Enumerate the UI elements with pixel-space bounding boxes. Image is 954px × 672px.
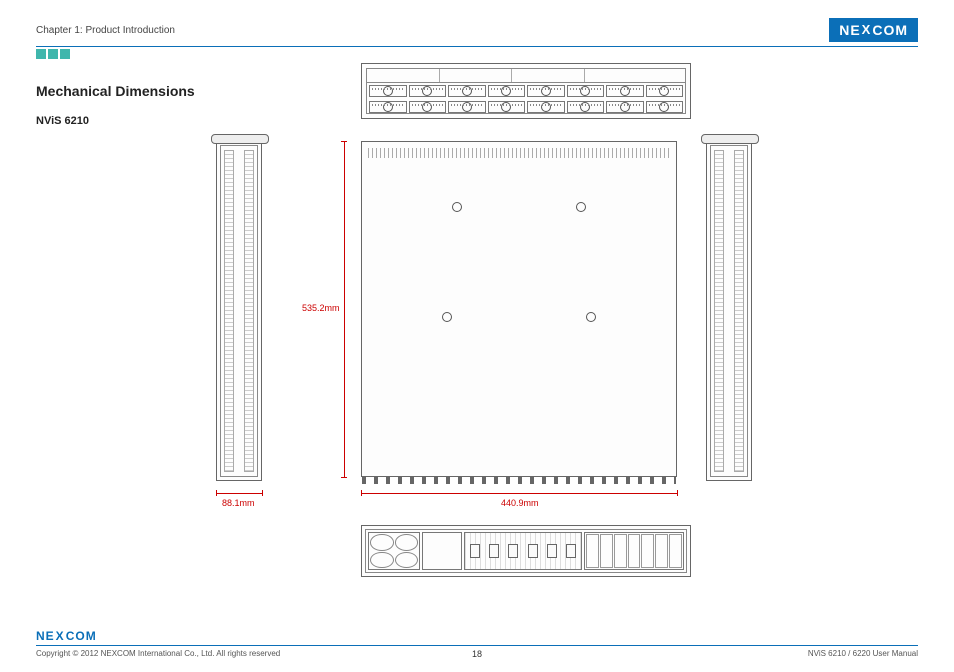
page-footer: NEXCOM Copyright © 2012 NEXCOM Internati…	[36, 629, 918, 658]
front-view-drawing	[361, 63, 691, 119]
page-header: Chapter 1: Product Introduction NEXCOM	[36, 18, 918, 42]
footer-logo: NEXCOM	[36, 629, 918, 643]
dim-label-depth: 535.2mm	[302, 303, 340, 313]
logo-text-left: NE	[839, 22, 860, 38]
content-area: Mechanical Dimensions NViS 6210	[36, 83, 918, 127]
dim-label-side-width: 88.1mm	[222, 498, 255, 508]
logo-text-x: X	[56, 629, 65, 643]
logo-text-x: X	[862, 22, 872, 37]
dim-tick	[361, 490, 362, 496]
left-side-view-drawing	[216, 141, 262, 481]
right-side-view-drawing	[706, 141, 752, 481]
dim-tick	[216, 490, 217, 496]
chapter-title: Chapter 1: Product Introduction	[36, 25, 175, 36]
dim-line-width	[361, 493, 677, 494]
footer-divider	[36, 645, 918, 646]
dim-tick	[677, 490, 678, 496]
decorative-squares	[36, 49, 918, 59]
decorative-square	[48, 49, 58, 59]
logo-text-right: COM	[872, 22, 908, 38]
logo-text-right: COM	[66, 629, 97, 643]
dim-label-width: 440.9mm	[501, 498, 539, 508]
page-number: 18	[36, 649, 918, 659]
rear-view-drawing	[361, 525, 691, 577]
dim-line-side-width	[216, 493, 262, 494]
dim-tick	[341, 477, 347, 478]
brand-logo: NEXCOM	[829, 18, 918, 42]
logo-text-left: NE	[36, 629, 55, 643]
decorative-square	[36, 49, 46, 59]
decorative-square	[60, 49, 70, 59]
dim-tick	[262, 490, 263, 496]
header-divider	[36, 46, 918, 47]
dim-tick	[341, 141, 347, 142]
dim-line-depth	[344, 141, 345, 477]
top-view-drawing	[361, 141, 677, 477]
